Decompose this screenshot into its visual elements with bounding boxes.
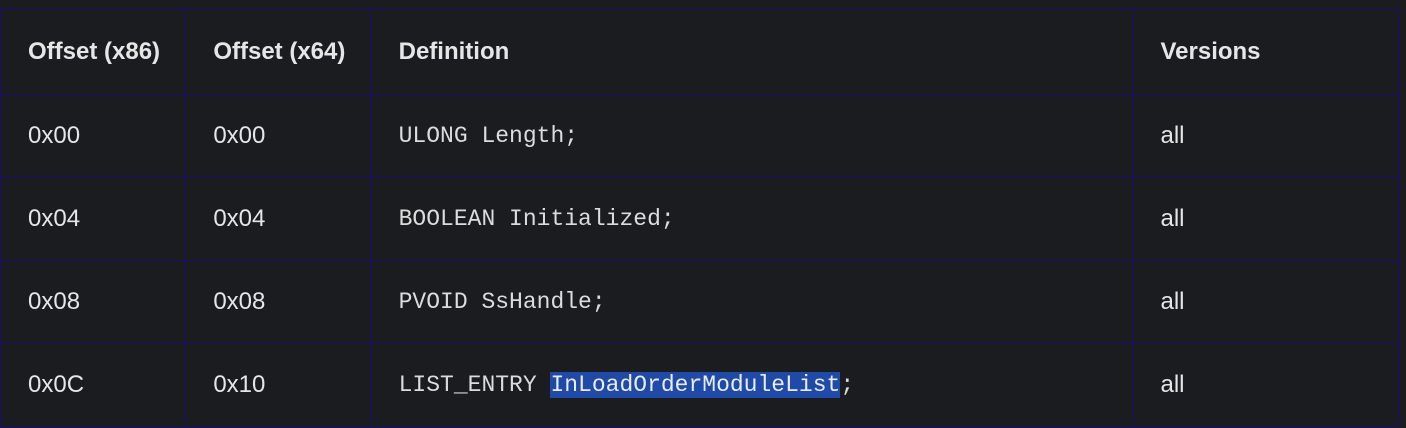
structure-offsets-table: Offset (x86) Offset (x64) Definition Ver… — [0, 9, 1399, 427]
cell-definition[interactable]: PVOID SsHandle; — [370, 260, 1134, 344]
cell-versions: all — [1132, 343, 1399, 427]
header-versions: Versions — [1132, 9, 1399, 95]
cell-offset-x64: 0x00 — [185, 94, 372, 178]
cell-offset-x86: 0x04 — [0, 177, 187, 261]
cell-versions: all — [1132, 177, 1399, 261]
definition-type: LIST_ENTRY — [398, 372, 551, 398]
header-offset-x86: Offset (x86) — [0, 9, 187, 95]
cell-versions: all — [1132, 94, 1399, 178]
header-definition: Definition — [370, 9, 1134, 95]
selected-text-highlight[interactable]: InLoadOrderModuleList — [550, 372, 841, 398]
cell-definition[interactable]: LIST_ENTRY InLoadOrderModuleList; — [370, 343, 1134, 427]
cell-versions: all — [1132, 260, 1399, 344]
cell-offset-x86: 0x00 — [0, 94, 187, 178]
table-row: 0x08 0x08 PVOID SsHandle; all — [0, 260, 1399, 344]
table-row: 0x04 0x04 BOOLEAN Initialized; all — [0, 177, 1399, 261]
cell-offset-x64: 0x04 — [185, 177, 372, 261]
cell-definition[interactable]: ULONG Length; — [370, 94, 1134, 178]
cell-definition[interactable]: BOOLEAN Initialized; — [370, 177, 1134, 261]
table-row: 0x0C 0x10 LIST_ENTRY InLoadOrderModuleLi… — [0, 343, 1399, 427]
cell-offset-x86: 0x08 — [0, 260, 187, 344]
table-row: 0x00 0x00 ULONG Length; all — [0, 94, 1399, 178]
cell-offset-x64: 0x10 — [185, 343, 372, 427]
header-offset-x64: Offset (x64) — [185, 9, 372, 95]
cell-offset-x64: 0x08 — [185, 260, 372, 344]
definition-semicolon: ; — [840, 372, 855, 398]
cell-offset-x86: 0x0C — [0, 343, 187, 427]
table-header-row: Offset (x86) Offset (x64) Definition Ver… — [0, 9, 1399, 95]
